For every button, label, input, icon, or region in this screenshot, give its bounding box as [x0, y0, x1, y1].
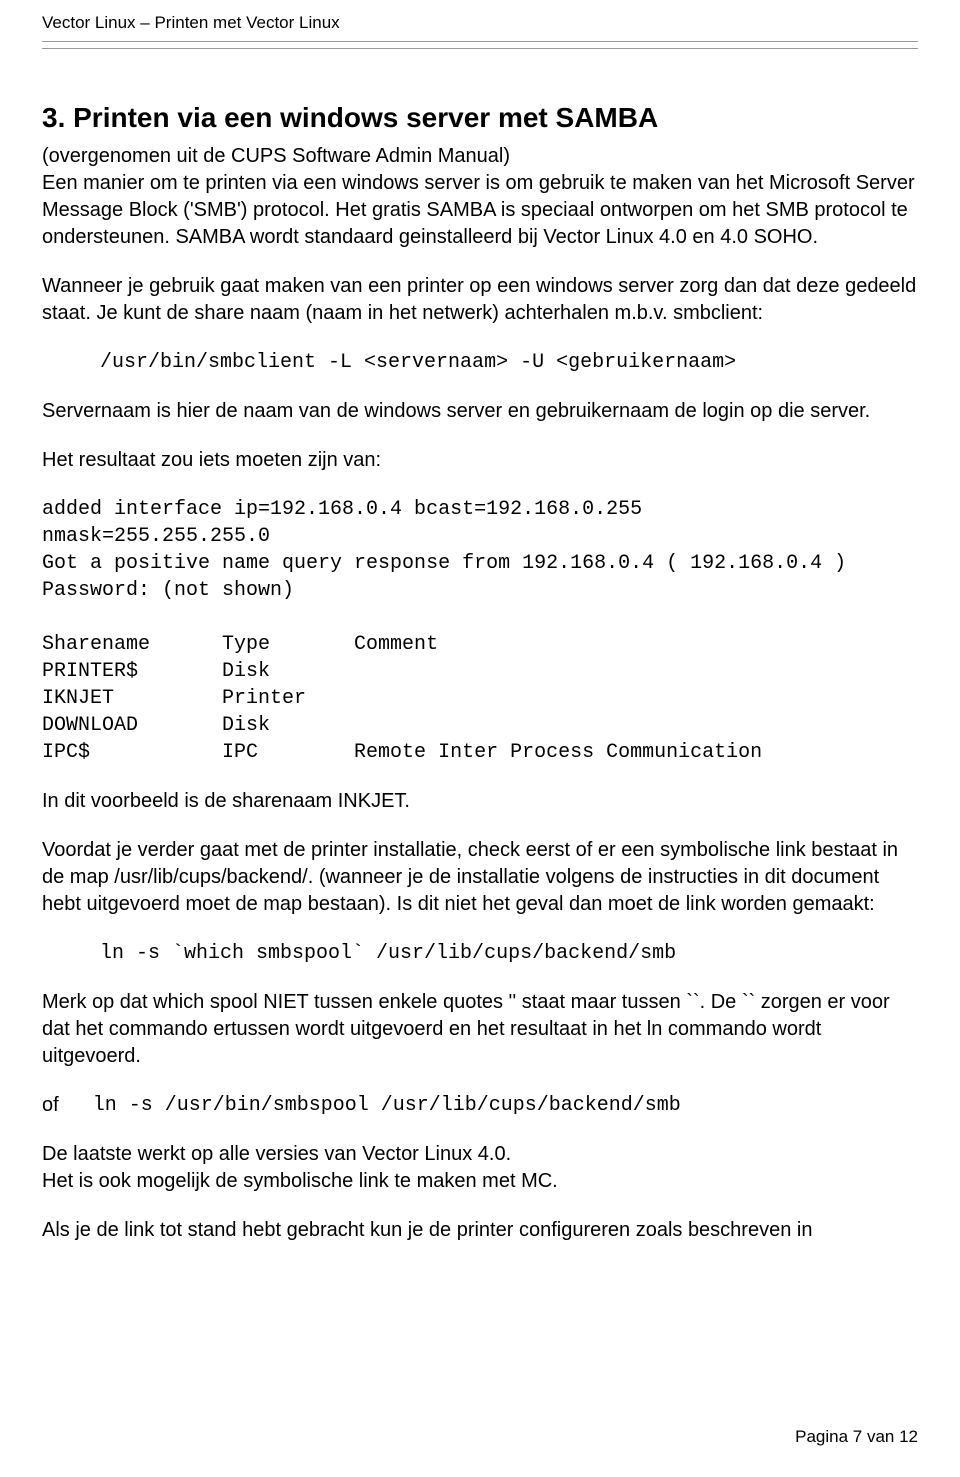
paragraph-share: Wanneer je gebruik gaat maken van een pr…	[42, 273, 918, 327]
paragraph-configure: Als je de link tot stand hebt gebracht k…	[42, 1217, 918, 1244]
paragraph-backtick-note: Merk op dat which spool NIET tussen enke…	[42, 989, 918, 1070]
paragraph-last-works: De laatste werkt op alle versies van Vec…	[42, 1141, 918, 1195]
page-header: Vector Linux – Printen met Vector Linux	[42, 12, 918, 35]
command-ln-which: ln -s `which smbspool` /usr/lib/cups/bac…	[42, 940, 918, 967]
paragraph-result-intro: Het resultaat zou iets moeten zijn van:	[42, 447, 918, 474]
paragraph-servername: Servernaam is hier de naam van de window…	[42, 398, 918, 425]
paragraph-intro: (overgenomen uit de CUPS Software Admin …	[42, 143, 918, 251]
header-divider-1	[42, 41, 918, 42]
page-footer: Pagina 7 van 12	[795, 1426, 918, 1449]
command-output: added interface ip=192.168.0.4 bcast=192…	[42, 496, 918, 766]
paragraph-symlink-check: Voordat je verder gaat met de printer in…	[42, 837, 918, 918]
paragraph-sharename: In dit voorbeeld is de sharenaam INKJET.	[42, 788, 918, 815]
alternative-row: of ln -s /usr/bin/smbspool /usr/lib/cups…	[42, 1092, 918, 1119]
header-divider-2	[42, 48, 918, 49]
command-smbclient: /usr/bin/smbclient -L <servernaam> -U <g…	[42, 349, 918, 376]
command-ln-path: ln -s /usr/bin/smbspool /usr/lib/cups/ba…	[93, 1092, 681, 1119]
of-label: of	[42, 1092, 59, 1119]
section-title: 3. Printen via een windows server met SA…	[42, 99, 918, 137]
